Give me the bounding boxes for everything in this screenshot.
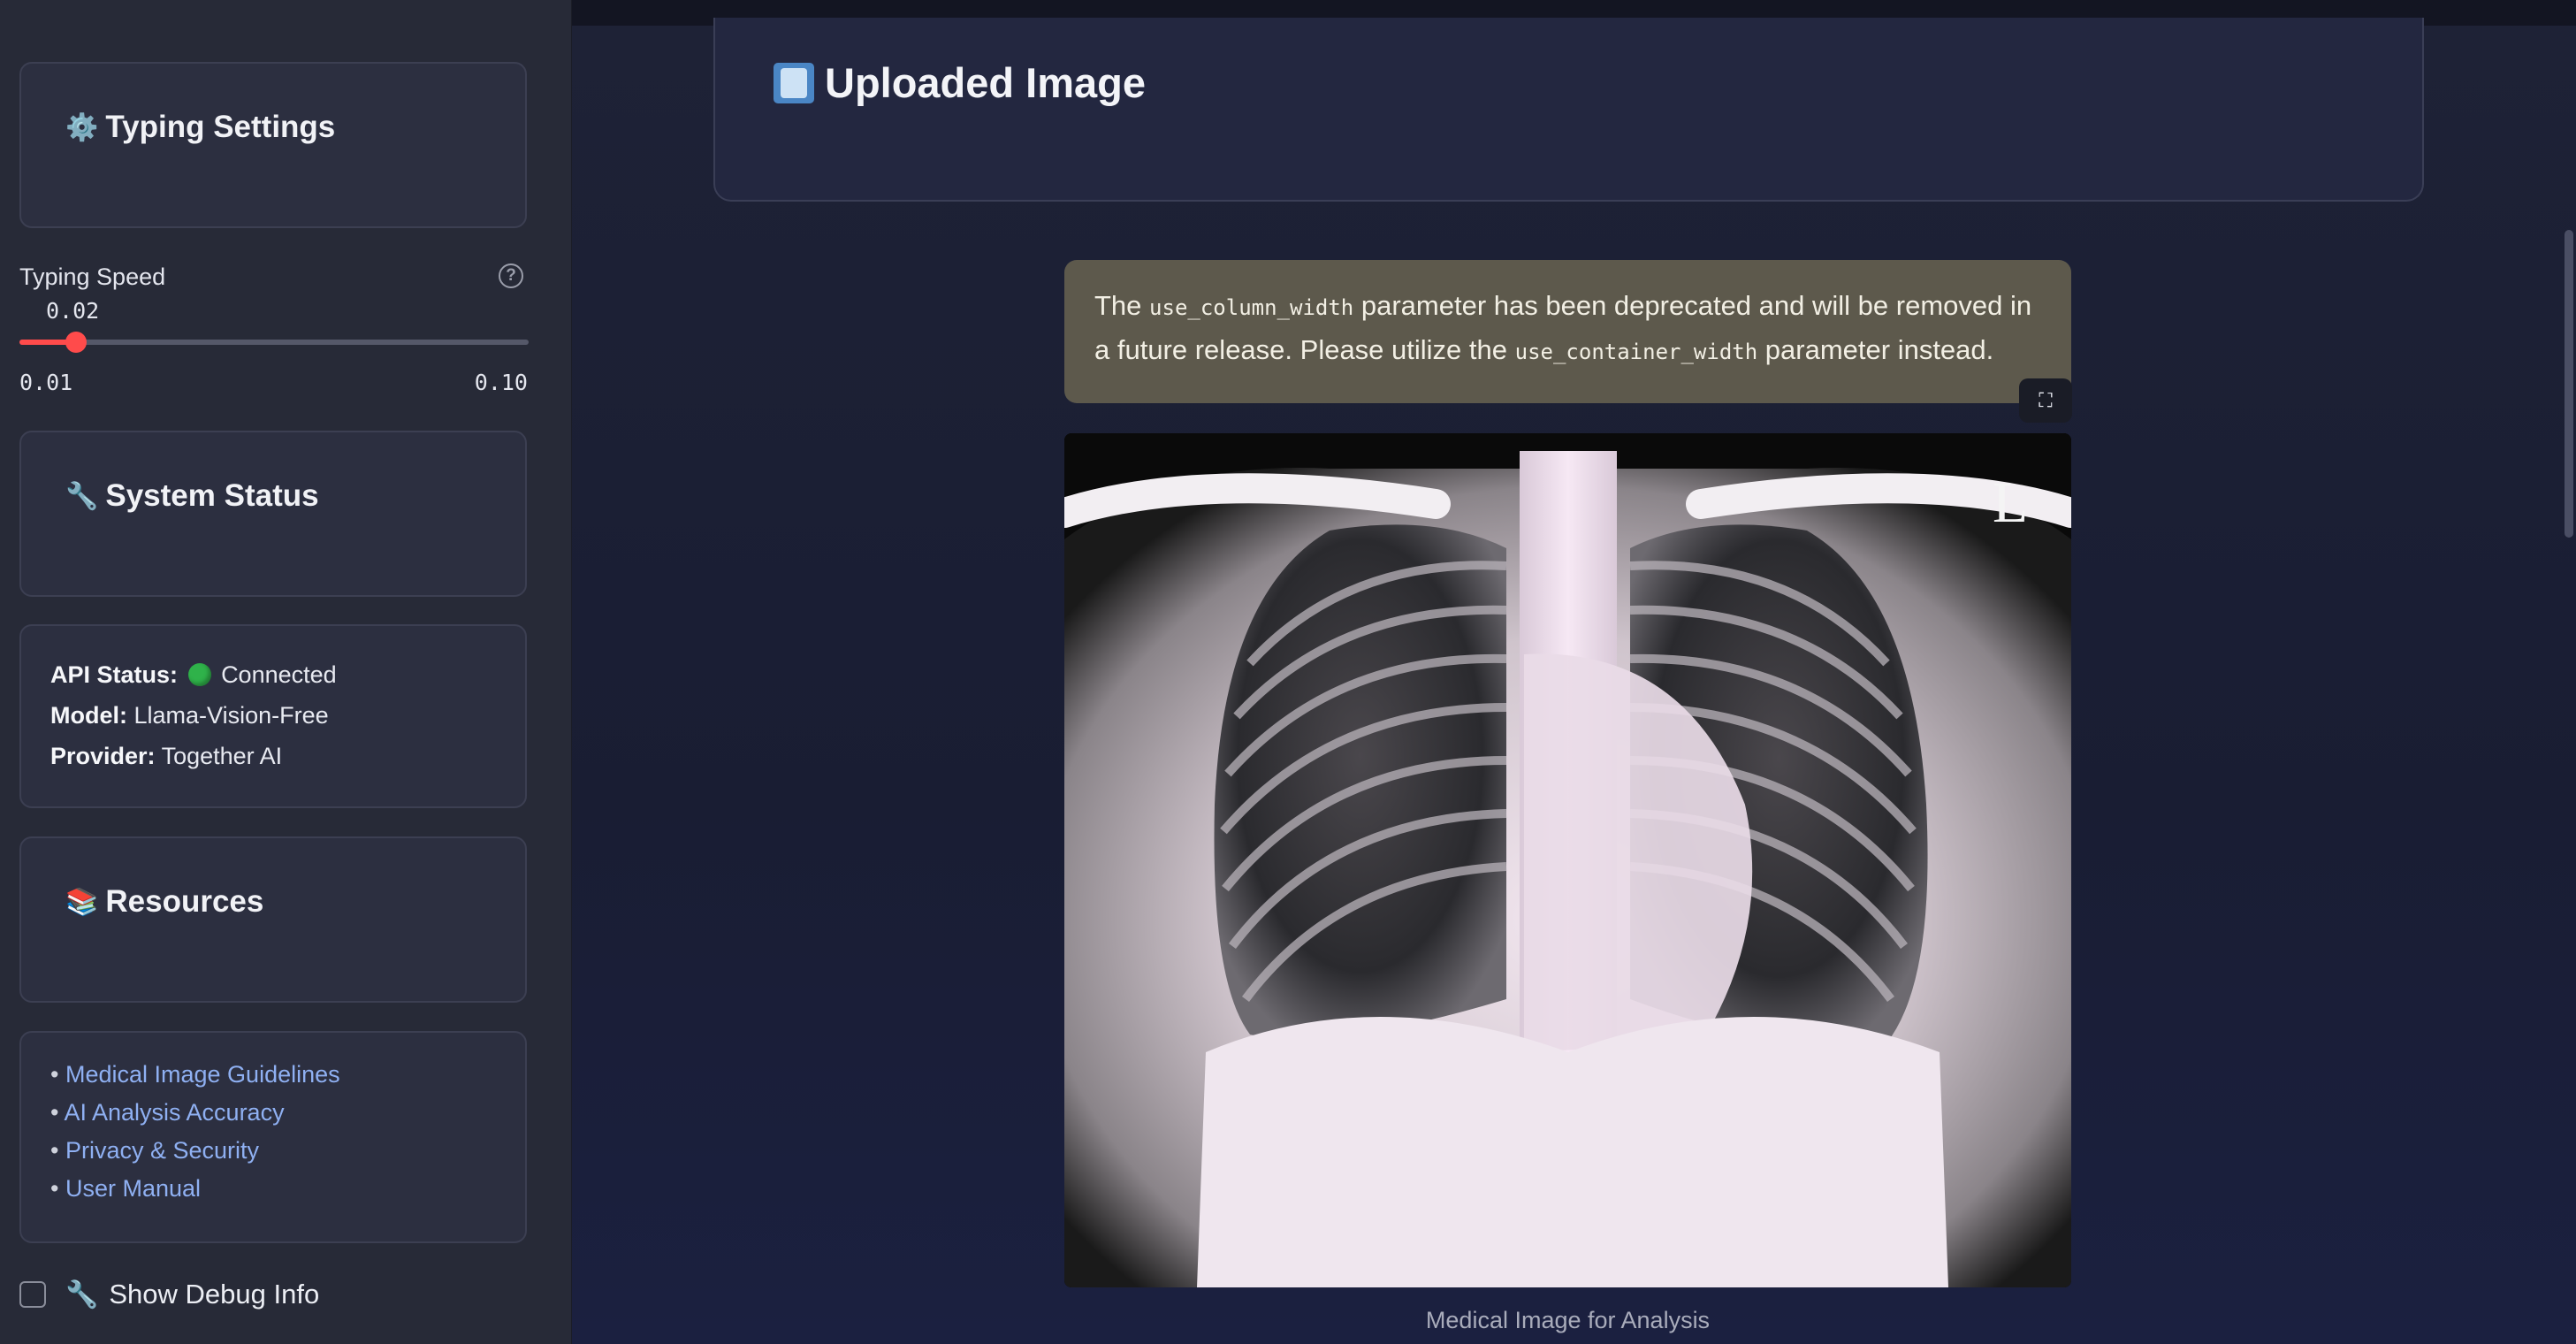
medical-image: L xyxy=(1064,433,2071,1287)
list-item: • AI Analysis Accuracy xyxy=(50,1099,285,1126)
slider-max-label: 0.10 xyxy=(474,370,528,395)
bullet: • xyxy=(50,1061,59,1088)
gear-icon: ⚙️ xyxy=(65,112,99,142)
provider-label: Provider: xyxy=(50,743,156,769)
wrench-icon: 🔧 xyxy=(65,481,99,511)
warning-text-post: parameter instead. xyxy=(1764,334,1994,365)
debug-toggle[interactable]: 🔧 Show Debug Info xyxy=(19,1279,319,1310)
api-status-line: API Status: Connected xyxy=(50,661,337,689)
slider-handle[interactable] xyxy=(65,332,87,353)
warning-text-pre: The xyxy=(1094,290,1142,321)
api-status-label: API Status: xyxy=(50,661,179,688)
wrench-icon: 🔧 xyxy=(65,1279,99,1310)
help-icon[interactable]: ? xyxy=(499,263,523,288)
fullscreen-icon: ⛶ xyxy=(2039,389,2053,411)
sidebar: ⚙️ Typing Settings Typing Speed ? 0.02 0… xyxy=(0,0,572,1344)
bullet: • xyxy=(50,1175,59,1202)
link-medical-image-guidelines[interactable]: Medical Image Guidelines xyxy=(65,1061,340,1088)
list-item: • Privacy & Security xyxy=(50,1137,259,1165)
provider-value: Together AI xyxy=(161,743,283,769)
typing-settings-title: Typing Settings xyxy=(105,110,336,144)
link-user-manual[interactable]: User Manual xyxy=(65,1175,201,1202)
model-value: Llama-Vision-Free xyxy=(133,702,329,729)
bullet: • xyxy=(50,1137,59,1164)
typing-settings-card: ⚙️ Typing Settings xyxy=(19,62,527,228)
system-status-card: 🔧 System Status xyxy=(19,431,527,597)
provider-line: Provider: Together AI xyxy=(50,743,282,770)
debug-label[interactable]: Show Debug Info xyxy=(109,1279,319,1310)
model-label: Model: xyxy=(50,702,127,729)
system-status-title: System Status xyxy=(105,478,319,513)
image-caption: Medical Image for Analysis xyxy=(1425,1307,1711,1333)
debug-checkbox[interactable] xyxy=(19,1281,46,1308)
list-item: • User Manual xyxy=(50,1175,201,1203)
model-line: Model: Llama-Vision-Free xyxy=(50,702,329,729)
system-status-heading: 🔧 System Status xyxy=(65,478,319,514)
warning-code-column: use_column_width xyxy=(1149,295,1354,320)
books-icon: 📚 xyxy=(65,887,99,917)
api-status-value: Connected xyxy=(221,661,337,688)
resources-card: 📚 Resources xyxy=(19,836,527,1003)
uploaded-image-header: Uploaded Image xyxy=(713,18,2424,202)
chest-xray-image: L xyxy=(1064,433,2071,1287)
typing-settings-heading: ⚙️ Typing Settings xyxy=(65,110,335,145)
status-info-card: API Status: Connected Model: Llama-Visio… xyxy=(19,624,527,808)
deprecation-warning: The use_column_width parameter has been … xyxy=(1064,260,2071,403)
status-dot-icon xyxy=(187,663,211,686)
typing-speed-value: 0.02 xyxy=(46,298,100,324)
warning-code-container: use_container_width xyxy=(1514,340,1758,364)
link-privacy-security[interactable]: Privacy & Security xyxy=(65,1137,259,1164)
uploaded-image-title: Uploaded Image xyxy=(825,59,1147,106)
typing-speed-slider[interactable] xyxy=(19,332,529,353)
list-item: • Medical Image Guidelines xyxy=(50,1061,340,1088)
page-title: Uploaded Image xyxy=(774,58,1146,107)
resource-links-card: • Medical Image Guidelines • AI Analysis… xyxy=(19,1031,527,1243)
fullscreen-button[interactable]: ⛶ xyxy=(2019,378,2072,423)
resources-title: Resources xyxy=(105,884,264,919)
main-area: Uploaded Image The use_column_width para… xyxy=(572,0,2576,1344)
resources-heading: 📚 Resources xyxy=(65,884,263,920)
scrollbar[interactable] xyxy=(2565,230,2573,538)
side-marker: L xyxy=(1993,470,2028,535)
xray-icon xyxy=(774,62,814,103)
link-ai-analysis-accuracy[interactable]: AI Analysis Accuracy xyxy=(64,1099,284,1126)
bullet: • xyxy=(50,1099,59,1126)
slider-min-label: 0.01 xyxy=(19,370,73,395)
typing-speed-label: Typing Speed xyxy=(19,263,166,290)
